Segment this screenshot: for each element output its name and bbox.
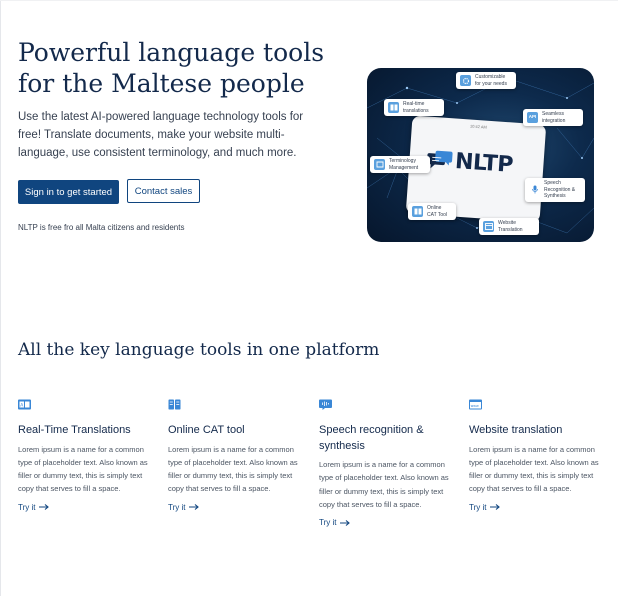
feature-description: Lorem ipsum is a name for a common type … — [168, 444, 298, 494]
cat-tool-icon — [412, 206, 423, 217]
translate-icon: A — [18, 399, 31, 410]
feature-card-realtime-translations: A Real-Time Translations Lorem ipsum is … — [18, 399, 158, 515]
try-it-link-cat-tool[interactable]: Try it — [168, 503, 200, 512]
api-icon: API — [527, 112, 538, 123]
chip-online-cat: Online CAT Tool — [408, 203, 456, 220]
arrow-right-icon — [189, 504, 200, 511]
feature-card-speech: Speech recognition & synthesis Lorem ips… — [319, 399, 459, 530]
feature-description: Lorem ipsum is a name for a common type … — [18, 444, 148, 494]
chip-customizable: Customizable for your needs — [456, 72, 516, 89]
hero-note: NLTP is free fro all Malta citizens and … — [18, 223, 185, 232]
feature-title: Website translation — [469, 424, 563, 436]
translate-icon — [388, 102, 399, 113]
feature-title: Online CAT tool — [168, 424, 245, 436]
try-it-link-website[interactable]: Try it — [469, 503, 501, 512]
feature-title: Speech recognition & synthesis — [319, 424, 424, 452]
chip-terminology: Terminology Management — [370, 156, 430, 173]
chip-website: Website Translation — [479, 218, 539, 235]
chip-seamless: API Seamless integration — [523, 109, 583, 126]
features-section-title: All the key language tools in one platfo… — [18, 340, 380, 360]
svg-text:www: www — [471, 404, 479, 408]
hero-title: Powerful language tools for the Maltese … — [18, 38, 325, 98]
feature-card-website-translation: www Website translation Lorem ipsum is a… — [469, 399, 609, 515]
arrow-right-icon — [340, 519, 351, 526]
chip-speech: Speech Recognition & Synthesis — [525, 178, 585, 202]
feature-card-online-cat-tool: Online CAT tool Lorem ipsum is a name fo… — [168, 399, 308, 515]
chip-realtime: Real-time translations — [384, 99, 444, 116]
page-top-border — [0, 0, 618, 1]
cat-tool-icon — [168, 399, 181, 410]
contact-sales-button[interactable]: Contact sales — [127, 179, 200, 203]
website-icon: www — [469, 399, 482, 410]
sign-in-button[interactable]: Sign in to get started — [18, 180, 119, 204]
microphone-icon — [529, 184, 540, 196]
feature-title: Real-Time Translations — [18, 424, 131, 436]
try-it-link-realtime[interactable]: Try it — [18, 503, 50, 512]
feature-description: Lorem ipsum is a name for a common type … — [469, 444, 599, 494]
speech-bubbles-logo-icon — [426, 150, 453, 168]
device-time: 10:42 AM — [469, 123, 488, 130]
gear-icon — [460, 75, 471, 86]
logo-text: NLTP — [454, 148, 514, 178]
arrow-right-icon — [490, 504, 501, 511]
page-left-border — [0, 0, 1, 596]
hero-illustration: 10:42 AM NLTP Customizable for your need… — [367, 68, 594, 242]
book-icon — [374, 159, 385, 170]
website-icon — [483, 221, 494, 232]
hero-description: Use the latest AI-powered language techn… — [18, 111, 304, 159]
feature-description: Lorem ipsum is a name for a common type … — [319, 460, 449, 509]
try-it-link-speech[interactable]: Try it — [319, 518, 351, 527]
speech-icon — [319, 399, 332, 410]
arrow-right-icon — [39, 504, 50, 511]
